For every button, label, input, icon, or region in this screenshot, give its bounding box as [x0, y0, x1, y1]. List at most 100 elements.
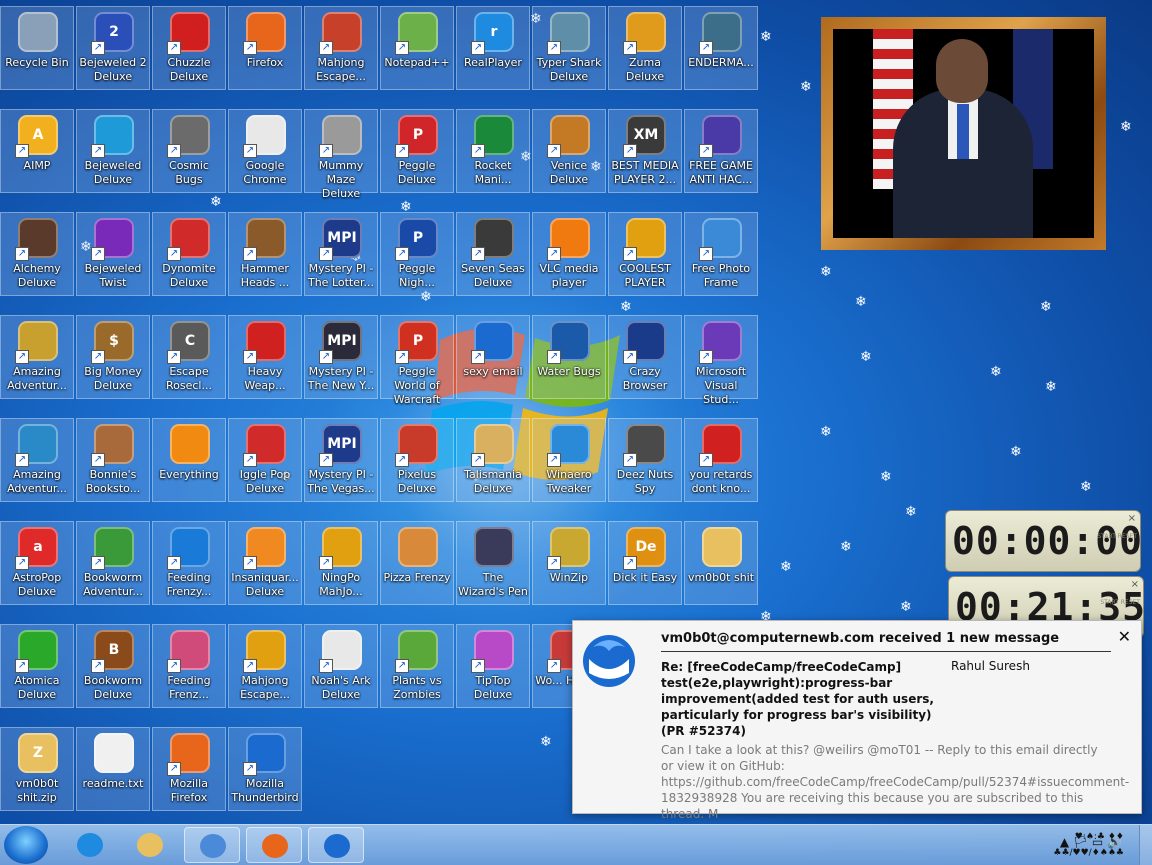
desktop-icon[interactable]: ↗ Chuzzle Deluxe — [152, 6, 226, 90]
desktop-icon[interactable]: ↗ Mummy Maze Deluxe — [304, 109, 378, 200]
desktop-icon[interactable]: ↗ Insaniquar... Deluxe — [228, 521, 302, 605]
desktop-icon[interactable]: P ↗ Peggle Nigh... — [380, 212, 454, 296]
desktop-icon[interactable]: ↗ Bejeweled Twist — [76, 212, 150, 296]
desktop-icon[interactable]: vm0b0t shit — [684, 521, 758, 605]
desktop-icon[interactable]: $ ↗ Big Money Deluxe — [76, 315, 150, 399]
message-subject[interactable]: Re: [freeCodeCamp/freeCodeCamp] test(e2e… — [661, 659, 941, 739]
desktop-icon[interactable]: ↗ Noah's Ark Deluxe — [304, 624, 378, 708]
desktop-icon[interactable]: ↗ Free Photo Frame — [684, 212, 758, 296]
desktop-icon[interactable]: Zvm0b0t shit.zip — [0, 727, 74, 811]
desktop-icon[interactable]: 2 ↗ Bejeweled 2 Deluxe — [76, 6, 150, 90]
desktop-icon-label: Cosmic Bugs — [169, 159, 209, 186]
desktop-icon[interactable]: ↗ Rocket Mani... — [456, 109, 530, 193]
desktop-icon[interactable]: ↗ Heavy Weap... — [228, 315, 302, 399]
timer-controls[interactable]: START RESET — [1097, 533, 1137, 541]
desktop-icon[interactable]: ↗ Cosmic Bugs — [152, 109, 226, 193]
desktop-icon[interactable]: ↗ Mozilla Firefox — [152, 727, 226, 811]
desktop-icon[interactable]: ↗ Seven Seas Deluxe — [456, 212, 530, 296]
shortcut-arrow-icon: ↗ — [243, 453, 257, 467]
taskbar-chrome-button[interactable] — [184, 827, 240, 863]
timer-digits: 00:00:00 — [952, 519, 1144, 563]
desktop-icon[interactable]: ↗ Amazing Adventur... — [0, 315, 74, 399]
desktop-icon[interactable]: ↗ Feeding Frenz... — [152, 624, 226, 708]
desktop-icon[interactable]: ↗ Iggle Pop Deluxe — [228, 418, 302, 502]
desktop-icon[interactable]: ↗ Bonnie's Booksto... — [76, 418, 150, 502]
desktop-icon[interactable]: P ↗ Peggle Deluxe — [380, 109, 454, 193]
desktop-icon[interactable]: ↗ Microsoft Visual Stud... — [684, 315, 758, 406]
desktop-icon[interactable]: ↗ ENDERMA... — [684, 6, 758, 90]
desktop-icon[interactable]: ↗ COOLEST PLAYER — [608, 212, 682, 296]
start-button[interactable] — [4, 826, 48, 864]
close-icon[interactable]: ✕ — [1118, 627, 1131, 646]
desktop-icon[interactable]: ↗ Hammer Heads ... — [228, 212, 302, 296]
clock[interactable]: ♥:♠:♣ ♦♦ ♣♣/♥♥/♦♠♠♣ — [1053, 829, 1124, 861]
taskbar-thunderbird-button[interactable] — [308, 827, 364, 863]
taskbar-file-explorer-button[interactable] — [122, 827, 178, 863]
desktop-icon[interactable]: ↗ Bookworm Adventur... — [76, 521, 150, 605]
desktop-icon[interactable]: ↗ Amazing Adventur... — [0, 418, 74, 502]
desktop-icon[interactable]: ↗ FREE GAME ANTI HAC... — [684, 109, 758, 193]
taskbar-firefox-button[interactable] — [246, 827, 302, 863]
desktop-icon[interactable]: ↗ VLC media player — [532, 212, 606, 296]
timer-gadget-1[interactable]: 00:00:00 × START RESET — [945, 510, 1144, 572]
mail-notification[interactable]: vm0b0t@computernewb.com received 1 new m… — [572, 620, 1142, 821]
desktop-icon[interactable]: ↗ sexy email — [456, 315, 530, 399]
desktop-icon[interactable]: ↗ Dynomite Deluxe — [152, 212, 226, 296]
desktop-icon[interactable]: ↗ Alchemy Deluxe — [0, 212, 74, 296]
desktop-icon[interactable]: readme.txt — [76, 727, 150, 811]
desktop-icon[interactable]: Everything — [152, 418, 226, 502]
desktop-icon[interactable]: MPI ↗ Mystery PI - The Vegas... — [304, 418, 378, 502]
desktop-icon[interactable]: ↗ Zuma Deluxe — [608, 6, 682, 90]
desktop-icon[interactable]: MPI ↗ Mystery PI - The Lotter... — [304, 212, 378, 296]
desktop-icon[interactable]: ↗ Atomica Deluxe — [0, 624, 74, 708]
desktop-icon[interactable]: ↗ Feeding Frenzy... — [152, 521, 226, 605]
desktop-icon[interactable]: ↗ Winaero Tweaker — [532, 418, 606, 502]
shortcut-arrow-icon: ↗ — [623, 453, 637, 467]
shortcut-arrow-icon: ↗ — [15, 350, 29, 364]
taskbar-internet-explorer-button[interactable] — [62, 827, 118, 863]
desktop-icon[interactable]: ↗ Water Bugs — [532, 315, 606, 399]
desktop-icon[interactable]: Pizza Frenzy — [380, 521, 454, 605]
shortcut-arrow-icon: ↗ — [471, 350, 485, 364]
desktop-icon[interactable]: ↗ Notepad++ — [380, 6, 454, 90]
desktop-icon[interactable]: ↗ NingPo MahJo... — [304, 521, 378, 605]
desktop-icon[interactable]: ↗ Firefox — [228, 6, 302, 90]
shortcut-arrow-icon: ↗ — [395, 247, 409, 261]
desktop-icon[interactable]: ↗ Mozilla Thunderbird — [228, 727, 302, 811]
desktop-icon[interactable]: ↗ Crazy Browser — [608, 315, 682, 399]
desktop-icon[interactable]: ↗ Deez Nuts Spy — [608, 418, 682, 502]
desktop-icon[interactable]: XM ↗ BEST MEDIA PLAYER 2... — [608, 109, 682, 193]
desktop-icon[interactable]: ↗ Typer Shark Deluxe — [532, 6, 606, 90]
photo-frame-gadget[interactable] — [821, 17, 1106, 250]
timer-controls[interactable]: START RESET — [1100, 599, 1140, 607]
desktop-icon[interactable]: ↗ TipTop Deluxe — [456, 624, 530, 708]
shortcut-arrow-icon: ↗ — [167, 247, 181, 261]
desktop-icon[interactable]: MPI ↗ Mystery PI - The New Y... — [304, 315, 378, 399]
shortcut-arrow-icon: ↗ — [395, 41, 409, 55]
desktop-icon[interactable]: ↗ WinZip — [532, 521, 606, 605]
desktop-icon[interactable]: ↗ Plants vs Zombies — [380, 624, 454, 708]
close-icon[interactable]: × — [1128, 513, 1136, 524]
shortcut-arrow-icon: ↗ — [243, 659, 257, 673]
desktop-icon[interactable]: ↗ Bejeweled Deluxe — [76, 109, 150, 193]
desktop-icon[interactable]: A ↗ AIMP — [0, 109, 74, 193]
desktop-icon[interactable]: ↗ Venice Deluxe — [532, 109, 606, 193]
desktop-icon[interactable]: r ↗ RealPlayer — [456, 6, 530, 90]
desktop-icon[interactable]: ↗ Talismania Deluxe — [456, 418, 530, 502]
desktop-icon[interactable]: ↗ Pixelus Deluxe — [380, 418, 454, 502]
close-icon[interactable]: × — [1131, 579, 1139, 590]
desktop-icon[interactable]: Recycle Bin — [0, 6, 74, 90]
desktop-icon[interactable]: P ↗ Peggle World of Warcraft — [380, 315, 454, 406]
show-desktop-button[interactable] — [1139, 825, 1152, 865]
desktop-icon[interactable]: The Wizard's Pen — [456, 521, 530, 605]
shortcut-arrow-icon: ↗ — [547, 350, 561, 364]
desktop-icon[interactable]: ↗ you retards dont kno... — [684, 418, 758, 502]
desktop-icon[interactable]: De ↗ Dick it Easy — [608, 521, 682, 605]
desktop-icon[interactable]: ↗ Mahjong Escape... — [228, 624, 302, 708]
shortcut-arrow-icon: ↗ — [319, 144, 333, 158]
desktop-icon[interactable]: B ↗ Bookworm Deluxe — [76, 624, 150, 708]
desktop-icon[interactable]: ↗ Google Chrome — [228, 109, 302, 193]
desktop-icon[interactable]: a ↗ AstroPop Deluxe — [0, 521, 74, 605]
desktop-icon[interactable]: ↗ Mahjong Escape... — [304, 6, 378, 90]
desktop-icon[interactable]: C ↗ Escape Rosecl... — [152, 315, 226, 399]
